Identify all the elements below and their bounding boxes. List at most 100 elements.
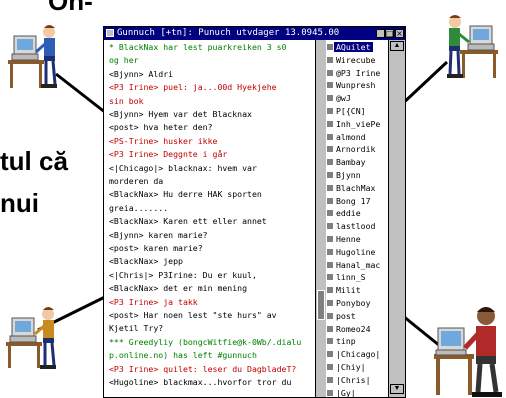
nick-list-item[interactable]: Ponyboy <box>336 298 371 308</box>
minimize-button[interactable]: _ <box>376 29 385 38</box>
nick-list-item[interactable]: Hanal_mac <box>336 260 380 270</box>
nick-status-icon <box>327 325 333 332</box>
chat-message: <BlackNax> Karen ett eller annet <box>109 216 267 227</box>
nick-list-item[interactable]: Hugoline <box>336 247 375 257</box>
nick-status-icon <box>327 56 333 63</box>
chat-message: <P3 Irine> ja takk <box>109 296 198 307</box>
nick-status-icon <box>327 236 333 242</box>
chat-message: <post> hva heter den? <box>109 122 213 133</box>
nick-list-item[interactable]: @P3 Irine <box>336 68 380 78</box>
user-at-computer-icon <box>8 25 57 88</box>
nick-list-item[interactable]: lastlood <box>336 221 375 231</box>
nick-list-item[interactable]: Wirecube <box>336 55 375 65</box>
nick-list-item[interactable]: Wunpresh <box>336 80 375 90</box>
chat-message: p.online.no) has left #gunnuch <box>109 350 257 361</box>
chat-message: <BlackNax> Hu derre HAK sporten <box>109 189 262 200</box>
chat-message: <BlackNax> det er min mening <box>109 283 248 294</box>
window-title: Gunnuch [+tn]: Punuch utvdager 13.0945.0… <box>117 28 340 38</box>
nick-list-item[interactable]: |Chiy| <box>336 362 366 372</box>
nick-list-item[interactable]: Bambay <box>336 157 366 167</box>
nick-status-icon <box>327 44 333 50</box>
nick-list-item[interactable]: |Chicago| <box>336 349 380 359</box>
maximize-button[interactable]: □ <box>385 29 394 38</box>
nick-status-icon <box>327 248 333 255</box>
nick-list-item[interactable]: Milit <box>336 285 361 295</box>
nick-list-item[interactable]: |Chris| <box>336 375 371 385</box>
scroll-down-arrow-icon[interactable]: ▼ <box>390 384 404 394</box>
nick-list-item[interactable]: Inh_viePe <box>336 119 380 129</box>
nick-list-item[interactable]: linn_S <box>336 272 366 282</box>
chat-message: <Bjynn> Aldri <box>109 68 174 79</box>
chat-message-log[interactable]: * BlackNax har lest puarkreiken 3 s0 og … <box>104 40 315 397</box>
nick-list-item[interactable]: Arnordik <box>336 144 375 154</box>
nick-status-icon <box>327 223 333 230</box>
nick-status-icon <box>327 184 333 191</box>
chat-scrollbar[interactable] <box>315 40 326 397</box>
nick-status-icon <box>327 133 333 140</box>
nick-status-icon <box>327 172 333 178</box>
chat-message: <Bjynn> karen marie? <box>109 229 208 240</box>
nick-status-icon <box>327 69 333 76</box>
window-menu-icon[interactable] <box>106 29 114 37</box>
chat-message: <post> karen marie? <box>109 243 203 253</box>
nick-status-icon <box>327 108 333 114</box>
user-at-computer-icon <box>447 15 498 78</box>
slide-text-line-2: nui <box>0 188 39 218</box>
nick-list-item[interactable]: @wJ <box>336 93 351 103</box>
user-at-computer-icon <box>6 307 56 369</box>
chat-message: <P3 Irine> quilet: leser du DagbladeT? <box>109 363 297 374</box>
chat-message: <P3 Irine> Deggnte i går <box>109 149 228 160</box>
nick-status-icon <box>327 389 333 396</box>
nick-list-item[interactable]: Bjynn <box>336 170 361 180</box>
nick-status-icon <box>327 146 333 153</box>
nick-list-item[interactable]: Henne <box>336 234 361 244</box>
nick-list[interactable]: AQuilet Wirecube @P3 Irine Wunpresh @wJ P[{CN… <box>326 40 388 397</box>
close-button[interactable]: × <box>395 29 404 38</box>
nick-list-item[interactable]: Romeo24 <box>336 324 371 334</box>
nick-list-scrollbar[interactable]: ▲ ▼ <box>388 40 405 397</box>
nick-status-icon <box>327 274 333 281</box>
nick-status-icon <box>327 261 333 268</box>
nick-list-item[interactable]: post <box>336 311 356 321</box>
nick-status-icon <box>327 210 333 217</box>
chat-message: <Hugoline> blackmax...hvorfor tror du <box>109 377 292 387</box>
nick-list-item[interactable]: tinp <box>336 336 356 346</box>
nick-status-icon <box>327 312 333 319</box>
chat-message: <PS-Trine> husker ikke <box>109 135 218 146</box>
slide-text-line-1: tul că <box>0 146 68 176</box>
nick-list-item[interactable]: Bong 17 <box>336 196 371 206</box>
chat-message: * BlackNax har lest puarkreiken 3 s0 <box>109 42 287 52</box>
nick-status-icon <box>327 338 333 345</box>
nick-list-item[interactable]: eddie <box>336 208 361 218</box>
nick-status-icon <box>327 159 333 166</box>
chat-message: <|Chris|> P3Irine: Du er kuul, <box>109 269 257 280</box>
chat-message: greia....... <box>109 202 169 213</box>
scroll-up-arrow-icon[interactable]: ▲ <box>390 41 404 51</box>
chat-message: *** Greedyliy (bongcWitfie@k-0Wb/.dialu <box>109 336 302 347</box>
user-at-computer-icon <box>434 307 502 397</box>
window-titlebar[interactable]: Gunnuch [+tn]: Punuch utvdager 13.0945.0… <box>104 27 405 40</box>
nick-list-item[interactable]: P[{CN] <box>336 106 366 116</box>
nick-status-icon <box>327 376 333 383</box>
chat-message: morderen da <box>109 176 164 186</box>
chat-message: <|Chicago|> blacknax: hvem var <box>109 162 257 173</box>
nick-status-icon <box>327 120 333 127</box>
nick-list-item[interactable]: almond <box>336 132 366 142</box>
nick-status-icon <box>327 197 333 204</box>
nick-status-icon <box>327 351 333 358</box>
nick-status-icon <box>327 95 333 102</box>
nick-status-icon <box>327 82 333 89</box>
chat-scrollbar-thumb[interactable] <box>317 290 325 320</box>
chat-message: <BlackNax> jepp <box>109 256 183 267</box>
nick-list-item[interactable]: AQuilet <box>334 42 373 52</box>
nick-list-item[interactable]: BlachMax <box>336 183 375 193</box>
chat-message: Kjetil Try? <box>109 323 164 334</box>
irc-channel-window[interactable]: Gunnuch [+tn]: Punuch utvdager 13.0945.0… <box>103 26 406 398</box>
chat-message: <Bjynn> Hyem var det Blacknax <box>109 109 252 119</box>
chat-message: og her <box>109 55 139 66</box>
chat-message: <P3 Irine> puel: ja...00d Hyekjehe <box>109 82 277 93</box>
nick-status-icon <box>327 300 333 306</box>
chat-message: <post> Har noen lest "ste hurs" av <box>109 310 277 320</box>
nick-status-icon <box>327 364 333 370</box>
nick-list-item[interactable]: |Gy| <box>336 388 356 397</box>
